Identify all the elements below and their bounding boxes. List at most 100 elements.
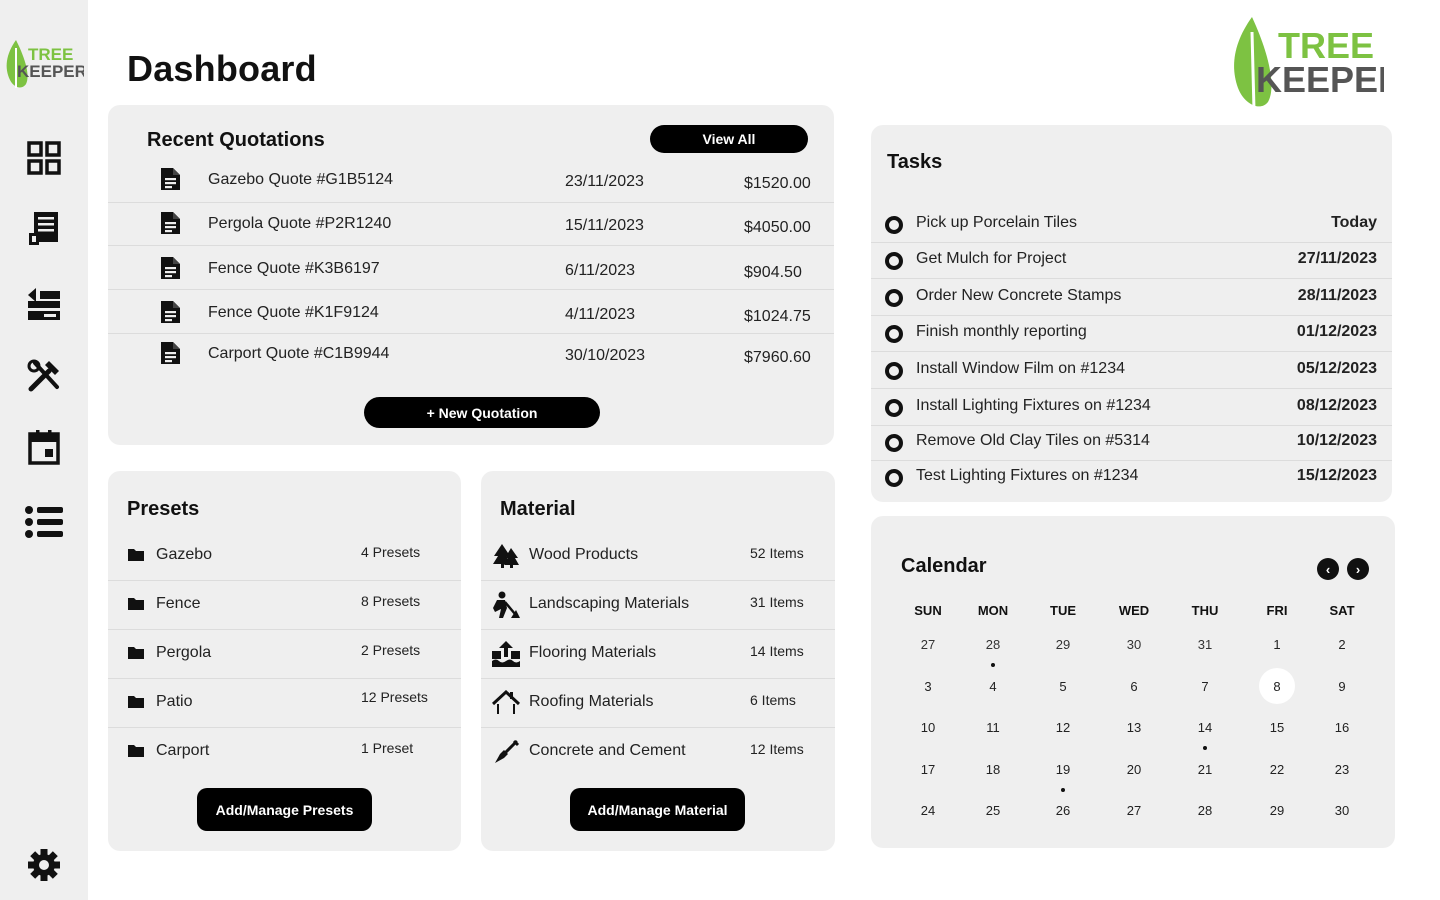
calendar-day[interactable]: 6 — [1114, 679, 1154, 694]
task-checkbox[interactable] — [885, 399, 903, 417]
calendar-day[interactable]: 25 — [973, 803, 1013, 818]
calendar-day[interactable]: 9 — [1322, 679, 1362, 694]
page-title: Dashboard — [127, 48, 317, 89]
quotation-date: 6/11/2023 — [565, 262, 635, 279]
task-name[interactable]: Install Window Film on #1234 — [916, 360, 1125, 378]
material-name[interactable]: Flooring Materials — [529, 644, 656, 662]
task-due-date: 01/12/2023 — [1296, 323, 1377, 340]
task-checkbox[interactable] — [885, 252, 903, 270]
calendar-day[interactable]: 28 — [1185, 803, 1225, 818]
preset-name[interactable]: Fence — [156, 595, 200, 613]
calendar-day-today[interactable]: 8 — [1257, 679, 1297, 694]
sidebar-item-calendar[interactable] — [22, 425, 66, 469]
add-manage-presets-button[interactable]: Add/Manage Presets — [197, 788, 372, 831]
calendar-day[interactable]: 2 — [1322, 637, 1362, 652]
material-name[interactable]: Wood Products — [529, 546, 638, 564]
calendar-day[interactable]: 22 — [1257, 762, 1297, 777]
task-name[interactable]: Test Lighting Fixtures on #1234 — [916, 467, 1138, 485]
task-due-date: 08/12/2023 — [1296, 397, 1377, 414]
preset-name[interactable]: Patio — [156, 693, 192, 711]
calendar-day[interactable]: 21 — [1185, 762, 1225, 777]
calendar-day[interactable]: 10 — [908, 720, 948, 735]
calendar-weekday: TUE — [1050, 603, 1076, 618]
preset-count: 1 Preset — [361, 740, 414, 756]
presets-title: Presets — [127, 498, 200, 520]
task-name[interactable]: Finish monthly reporting — [916, 323, 1087, 341]
calendar-day[interactable]: 11 — [973, 720, 1013, 735]
calendar-prev-button[interactable]: ‹ — [1317, 558, 1339, 580]
calendar-day[interactable]: 29 — [1043, 637, 1083, 652]
task-checkbox[interactable] — [885, 434, 903, 452]
task-name[interactable]: Order New Concrete Stamps — [916, 287, 1121, 305]
sidebar-logo[interactable]: TREE KEEPERS — [4, 38, 98, 94]
preset-name[interactable]: Carport — [156, 742, 209, 760]
calendar-day[interactable]: 1 — [1257, 637, 1297, 652]
view-all-button[interactable]: View All — [650, 125, 808, 153]
sidebar-item-settings[interactable] — [22, 843, 66, 887]
calendar-day[interactable]: 13 — [1114, 720, 1154, 735]
task-due-date: Today — [1331, 214, 1377, 231]
task-name[interactable]: Get Mulch for Project — [916, 250, 1066, 268]
sidebar-item-list[interactable] — [22, 500, 66, 544]
calendar-next-button[interactable]: › — [1347, 558, 1369, 580]
calendar-day[interactable]: 15 — [1257, 720, 1297, 735]
task-checkbox[interactable] — [885, 362, 903, 380]
row-divider — [481, 629, 835, 630]
task-name[interactable]: Install Lighting Fixtures on #1234 — [916, 397, 1151, 415]
material-count: 12 Items — [750, 741, 804, 757]
calendar-day[interactable]: 14 — [1185, 720, 1225, 735]
presets-icon — [28, 288, 60, 320]
folder-icon — [128, 695, 144, 709]
task-name[interactable]: Remove Old Clay Tiles on #5314 — [916, 432, 1150, 450]
calendar-day[interactable]: 3 — [908, 679, 948, 694]
calendar-day[interactable]: 24 — [908, 803, 948, 818]
quotation-name[interactable]: Pergola Quote #P2R1240 — [208, 215, 391, 233]
calendar-day[interactable]: 19 — [1043, 762, 1083, 777]
brand-logo[interactable]: TREE KEEPERS — [1228, 14, 1428, 114]
calendar-day[interactable]: 30 — [1322, 803, 1362, 818]
task-checkbox[interactable] — [885, 325, 903, 343]
sidebar-logo-line2: KEEPERS — [17, 62, 84, 81]
calendar-day[interactable]: 5 — [1043, 679, 1083, 694]
tasks-panel: Tasks Pick up Porcelain Tiles Today Get Mu… — [871, 125, 1392, 502]
quotation-name[interactable]: Carport Quote #C1B9944 — [208, 345, 389, 363]
new-quotation-button[interactable]: + New Quotation — [364, 397, 600, 428]
preset-name[interactable]: Pergola — [156, 644, 211, 662]
sidebar-item-tools[interactable] — [22, 354, 66, 398]
calendar-day[interactable]: 29 — [1257, 803, 1297, 818]
task-due-date: 27/11/2023 — [1297, 250, 1377, 267]
calendar-day[interactable]: 18 — [973, 762, 1013, 777]
quotation-name[interactable]: Fence Quote #K3B6197 — [208, 260, 380, 278]
calendar-day[interactable]: 4 — [973, 679, 1013, 694]
trowel-icon — [490, 737, 522, 767]
task-due-date: 05/12/2023 — [1296, 360, 1377, 377]
calendar-day[interactable]: 30 — [1114, 637, 1154, 652]
sidebar-item-dashboard[interactable] — [22, 136, 66, 180]
calendar-day[interactable]: 17 — [908, 762, 948, 777]
task-name[interactable]: Pick up Porcelain Tiles — [916, 214, 1077, 232]
calendar-day[interactable]: 12 — [1043, 720, 1083, 735]
quotation-name[interactable]: Gazebo Quote #G1B5124 — [208, 171, 393, 189]
material-name[interactable]: Landscaping Materials — [529, 595, 689, 613]
flooring-icon — [490, 639, 522, 669]
task-checkbox[interactable] — [885, 469, 903, 487]
material-name[interactable]: Roofing Materials — [529, 693, 654, 711]
calendar-day[interactable]: 20 — [1114, 762, 1154, 777]
task-checkbox[interactable] — [885, 289, 903, 307]
calendar-weekday: MON — [977, 603, 1009, 618]
calendar-day[interactable]: 27 — [908, 637, 948, 652]
calendar-day[interactable]: 7 — [1185, 679, 1225, 694]
calendar-day[interactable]: 31 — [1185, 637, 1225, 652]
calendar-day[interactable]: 28 — [973, 637, 1013, 652]
material-name[interactable]: Concrete and Cement — [529, 742, 686, 760]
calendar-day[interactable]: 27 — [1114, 803, 1154, 818]
add-manage-material-button[interactable]: Add/Manage Material — [570, 788, 745, 831]
calendar-day[interactable]: 23 — [1322, 762, 1362, 777]
calendar-day[interactable]: 26 — [1043, 803, 1083, 818]
preset-name[interactable]: Gazebo — [156, 546, 212, 564]
task-checkbox[interactable] — [885, 216, 903, 234]
quotation-name[interactable]: Fence Quote #K1F9124 — [208, 304, 379, 322]
sidebar-item-quotations[interactable] — [22, 206, 66, 250]
sidebar-item-presets[interactable] — [22, 282, 66, 326]
calendar-day[interactable]: 16 — [1322, 720, 1362, 735]
